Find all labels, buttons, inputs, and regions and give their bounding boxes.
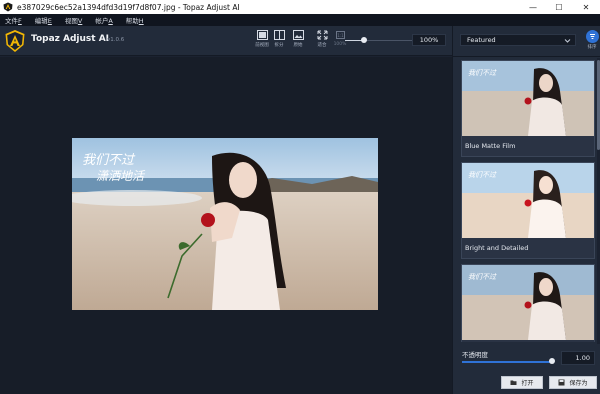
app-brand-name: Topaz Adjust AI: [31, 34, 110, 44]
actual-size-button[interactable]: 1:1 100%: [330, 30, 350, 52]
menu-account[interactable]: 帐户A: [95, 15, 112, 25]
image-canvas[interactable]: 我们不过 潇洒地活: [0, 57, 452, 394]
single-view-icon: [256, 30, 268, 40]
maximize-button[interactable]: ☐: [546, 0, 572, 14]
preset-card-bright-and-detailed[interactable]: 我们不过 Bright and Detailed: [461, 162, 595, 259]
save-icon: [558, 379, 565, 386]
original-image-icon: [292, 30, 304, 40]
topaz-logo-icon: [5, 30, 25, 52]
zoom-value-input[interactable]: 100%: [412, 34, 446, 46]
photo-caption-line2: 潇洒地活: [96, 169, 146, 183]
panel-divider: [453, 56, 600, 57]
minimize-button[interactable]: —: [520, 0, 546, 14]
presets-panel: Featured 排序 我们不过 Blue Matte Film 我们不过 Br…: [452, 26, 600, 394]
save-as-button[interactable]: 保存为: [549, 376, 597, 389]
fit-screen-icon: [317, 30, 327, 40]
main-toolbar: Topaz Adjust AI v1.0.6 前视图 拆分 原始 适合 1:1 …: [0, 26, 452, 56]
app-version: v1.0.6: [107, 37, 125, 43]
folder-icon: [510, 380, 517, 385]
photo-caption-line1: 我们不过: [82, 153, 136, 168]
preset-card-3[interactable]: 我们不过: [461, 264, 595, 342]
menu-view[interactable]: 视图V: [65, 15, 82, 25]
fit-screen-button[interactable]: 适合: [312, 30, 332, 52]
actual-size-icon: 1:1: [335, 31, 345, 39]
sort-button[interactable]: 排序: [584, 30, 600, 52]
menu-help[interactable]: 帮助H: [126, 15, 144, 25]
opacity-slider-thumb[interactable]: [549, 358, 555, 364]
preset-name: [462, 340, 594, 342]
topaz-app-icon: [3, 2, 13, 12]
split-view-button[interactable]: 拆分: [269, 30, 289, 52]
opacity-slider-track[interactable]: [462, 361, 552, 363]
preset-thumbnail: 我们不过: [462, 61, 594, 136]
preset-thumbnail: 我们不过: [462, 163, 594, 238]
preset-list: 我们不过 Blue Matte Film 我们不过 Bright and Det…: [461, 60, 595, 342]
close-button[interactable]: ✕: [573, 0, 599, 14]
original-image-button[interactable]: 原始: [288, 30, 308, 52]
menu-bar: 文件F 编辑E 视图V 帐户A 帮助H: [0, 14, 600, 26]
chevron-down-icon: [564, 39, 571, 43]
window-title: e387029c6ec52a1394dfd3d19f7d8f07.jpg - T…: [17, 2, 240, 12]
preset-name: Blue Matte Film: [465, 142, 516, 150]
preset-thumbnail: 我们不过: [462, 265, 594, 340]
open-button[interactable]: 打开: [501, 376, 543, 389]
svg-text:我们不过: 我们不过: [468, 171, 497, 179]
svg-text:我们不过: 我们不过: [468, 69, 497, 77]
svg-text:我们不过: 我们不过: [468, 273, 497, 281]
menu-edit[interactable]: 编辑E: [35, 15, 52, 25]
svg-text:1:1: 1:1: [337, 33, 344, 38]
menu-file[interactable]: 文件F: [5, 15, 22, 25]
split-view-icon: [273, 30, 285, 40]
opacity-value-input[interactable]: 1.00: [561, 351, 595, 365]
window-titlebar: e387029c6ec52a1394dfd3d19f7d8f07.jpg - T…: [0, 0, 600, 14]
preset-category-dropdown[interactable]: Featured: [460, 34, 576, 46]
preset-card-blue-matte-film[interactable]: 我们不过 Blue Matte Film: [461, 60, 595, 157]
preset-name: Bright and Detailed: [465, 244, 529, 252]
preview-image: 我们不过 潇洒地活: [72, 138, 378, 310]
zoom-slider-thumb[interactable]: [361, 37, 367, 43]
opacity-label: 不透明度: [462, 351, 488, 359]
sort-icon: [585, 30, 599, 43]
